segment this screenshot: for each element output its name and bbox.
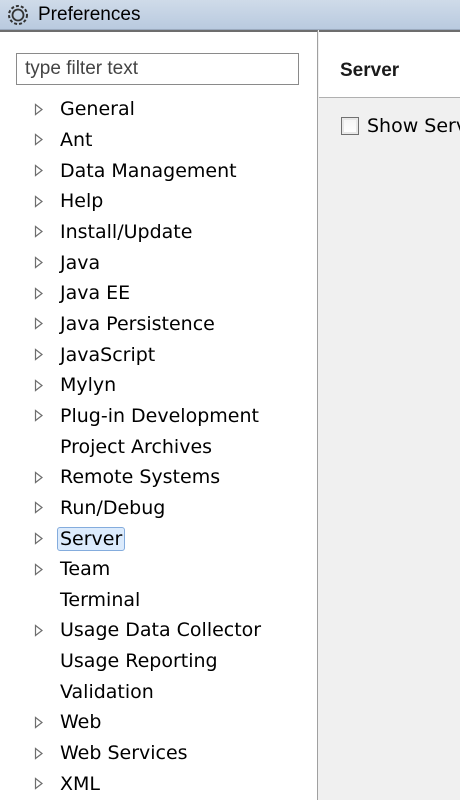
show-server-checkbox[interactable] xyxy=(341,117,359,135)
tree-item-label: Help xyxy=(60,190,104,213)
tree-item-install-update[interactable]: Install/Update xyxy=(0,217,318,248)
tree-item-usage-data-collector[interactable]: Usage Data Collector xyxy=(0,615,318,646)
tree-item-terminal[interactable]: Terminal xyxy=(0,585,318,616)
triangle-right-icon[interactable] xyxy=(33,256,45,270)
tree-item-label: Java Persistence xyxy=(60,312,215,335)
tree-item-label: Project Archives xyxy=(60,435,213,458)
tree-item-validation[interactable]: Validation xyxy=(0,676,318,707)
tree-item-general[interactable]: General xyxy=(0,94,318,125)
tree-item-label: Web xyxy=(60,711,102,734)
triangle-right-icon[interactable] xyxy=(33,562,45,576)
triangle-right-icon[interactable] xyxy=(33,194,45,208)
tree-item-java-persistence[interactable]: Java Persistence xyxy=(0,309,318,340)
tree-item-label: Java EE xyxy=(60,282,131,305)
tree-item-remote-systems[interactable]: Remote Systems xyxy=(0,462,318,493)
triangle-right-icon[interactable] xyxy=(33,102,45,116)
tree-item-label: Usage Data Collector xyxy=(60,619,262,642)
tree-item-xml[interactable]: XML xyxy=(0,768,318,799)
triangle-right-icon[interactable] xyxy=(33,164,45,178)
tree-item-label: JavaScript xyxy=(60,343,156,366)
tree-item-ant[interactable]: Ant xyxy=(0,125,318,156)
triangle-right-icon[interactable] xyxy=(33,133,45,147)
tree-item-label: Mylyn xyxy=(60,374,117,397)
triangle-right-icon[interactable] xyxy=(33,317,45,331)
triangle-right-icon[interactable] xyxy=(33,746,45,760)
tree-item-java-ee[interactable]: Java EE xyxy=(0,278,318,309)
tree-item-label: Usage Reporting xyxy=(60,650,218,673)
show-server-option[interactable]: Show Serv xyxy=(341,115,460,137)
show-server-label: Show Serv xyxy=(367,115,460,137)
content-pane: Server Show Serv xyxy=(319,30,460,800)
triangle-right-icon[interactable] xyxy=(33,501,45,515)
triangle-right-icon[interactable] xyxy=(33,715,45,729)
tree-item-web-services[interactable]: Web Services xyxy=(0,738,318,769)
tree-item-label: Terminal xyxy=(60,588,141,611)
tree-item-team[interactable]: Team xyxy=(0,554,318,585)
tree-item-label: Plug-in Development xyxy=(60,404,259,427)
window-title: Preferences xyxy=(38,3,141,25)
triangle-right-icon[interactable] xyxy=(33,623,45,637)
triangle-right-icon[interactable] xyxy=(33,409,45,423)
tree-item-label: XML xyxy=(60,772,100,795)
tree-item-web[interactable]: Web xyxy=(0,707,318,738)
tree-item-javascript[interactable]: JavaScript xyxy=(0,339,318,370)
tree-item-plug-in-development[interactable]: Plug-in Development xyxy=(0,401,318,432)
triangle-right-icon[interactable] xyxy=(33,378,45,392)
navigation-pane: General Ant Data Management Help Install/Upd… xyxy=(0,30,318,800)
tree-item-label: Ant xyxy=(60,128,93,151)
title-bar: Preferences xyxy=(0,0,460,30)
tree-item-run-debug[interactable]: Run/Debug xyxy=(0,493,318,524)
tree-item-java[interactable]: Java xyxy=(0,247,318,278)
tree-item-label: Run/Debug xyxy=(60,496,166,519)
tree-item-label: General xyxy=(60,98,135,121)
triangle-right-icon[interactable] xyxy=(33,470,45,484)
tree-item-label: Web Services xyxy=(60,742,188,765)
tree-item-label: Remote Systems xyxy=(60,466,221,489)
preference-tree: General Ant Data Management Help Install/Upd… xyxy=(0,94,318,799)
filter-input[interactable] xyxy=(16,53,299,85)
tree-item-label: Java xyxy=(60,251,101,274)
triangle-right-icon[interactable] xyxy=(33,532,45,546)
tree-item-label: Server xyxy=(57,526,126,551)
page-title: Server xyxy=(340,60,400,81)
tree-item-server[interactable]: Server xyxy=(0,523,318,554)
tree-item-usage-reporting[interactable]: Usage Reporting xyxy=(0,646,318,677)
tree-item-label: Data Management xyxy=(60,159,237,182)
tree-item-mylyn[interactable]: Mylyn xyxy=(0,370,318,401)
triangle-right-icon[interactable] xyxy=(33,777,45,791)
triangle-right-icon[interactable] xyxy=(33,225,45,239)
tree-item-label: Install/Update xyxy=(60,220,193,243)
page-header: Server xyxy=(319,32,460,98)
triangle-right-icon[interactable] xyxy=(33,348,45,362)
tree-item-label: Validation xyxy=(60,680,154,703)
tree-item-help[interactable]: Help xyxy=(0,186,318,217)
triangle-right-icon[interactable] xyxy=(33,286,45,300)
tree-item-label: Team xyxy=(60,558,111,581)
eclipse-gear-icon xyxy=(6,3,30,27)
tree-item-data-management[interactable]: Data Management xyxy=(0,155,318,186)
tree-item-project-archives[interactable]: Project Archives xyxy=(0,431,318,462)
